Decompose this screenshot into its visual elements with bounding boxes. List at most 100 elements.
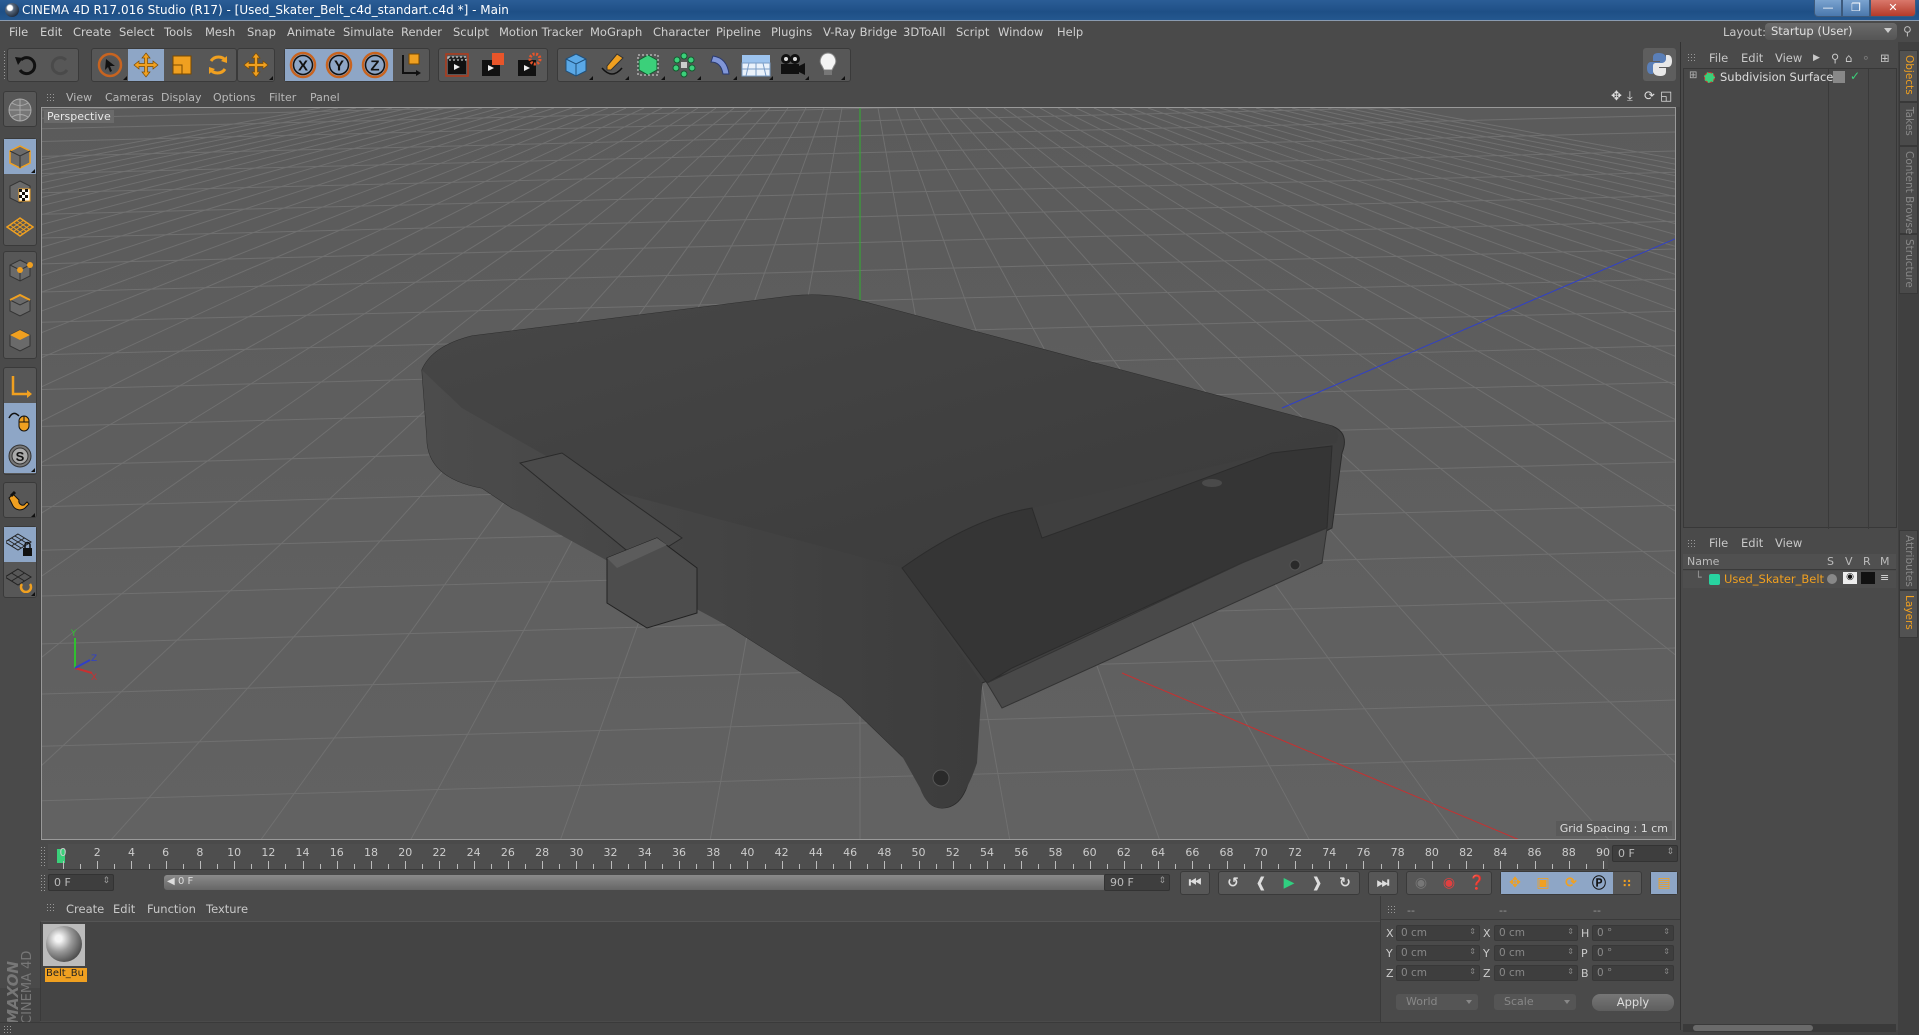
column-manager[interactable]: M xyxy=(1880,555,1890,568)
size-x-field[interactable]: 0 cm ⇕ xyxy=(1494,925,1578,941)
scale-icon[interactable] xyxy=(164,49,200,81)
material-menu-edit[interactable]: Edit xyxy=(113,902,135,916)
make-editable-icon[interactable] xyxy=(4,92,36,127)
tab-structure[interactable]: Structure xyxy=(1899,234,1918,294)
redo-icon[interactable] xyxy=(43,49,78,81)
coordinate-space-dropdown[interactable]: World xyxy=(1396,994,1478,1010)
key-rotation-icon[interactable]: ⟳ xyxy=(1557,872,1585,894)
material-menu-create[interactable]: Create xyxy=(66,902,104,916)
position-x-field[interactable]: 0 cm ⇕ xyxy=(1396,925,1480,941)
material-menu-texture[interactable]: Texture xyxy=(206,902,248,916)
restore-button[interactable]: ❐ xyxy=(1842,0,1870,17)
layer-color-icon[interactable] xyxy=(1833,71,1845,83)
menu-tools[interactable]: Tools xyxy=(164,25,192,39)
menu-file[interactable]: File xyxy=(9,25,28,39)
coordinate-system-icon[interactable] xyxy=(393,49,429,81)
solo-toggle-icon[interactable] xyxy=(1827,574,1837,584)
z-axis-lock-icon[interactable]: Z xyxy=(357,49,393,81)
layout-dropdown[interactable]: Startup (User) xyxy=(1765,23,1897,40)
tab-content-browser[interactable]: Content Browser xyxy=(1899,146,1918,239)
expand-icon[interactable]: ⊞ xyxy=(1689,70,1697,81)
menu-motion-tracker[interactable]: Motion Tracker xyxy=(499,25,583,39)
edit-render-settings-icon[interactable] xyxy=(511,49,547,81)
recent-tool-icon[interactable] xyxy=(238,49,274,81)
workplane-align-icon[interactable] xyxy=(4,562,36,597)
menu-sculpt[interactable]: Sculpt xyxy=(453,25,489,39)
viewport-menu-view[interactable]: View xyxy=(66,91,92,104)
viewport-menu-display[interactable]: Display xyxy=(161,91,202,104)
viewport-rotate-icon[interactable]: ⟳ xyxy=(1644,89,1655,104)
rotation-p-field[interactable]: 0 ° ⇕ xyxy=(1592,945,1674,961)
menu-edit[interactable]: Edit xyxy=(40,25,62,39)
menu-mesh[interactable]: Mesh xyxy=(205,25,235,39)
viewport-pan-icon[interactable]: ✥ xyxy=(1611,89,1622,104)
size-mode-dropdown[interactable]: Scale xyxy=(1494,994,1576,1010)
end-frame-field[interactable]: 90 F ⇕ xyxy=(1104,874,1170,891)
size-z-field[interactable]: 0 cm ⇕ xyxy=(1494,965,1578,981)
pen-spline-icon[interactable] xyxy=(594,49,630,81)
deformer-icon[interactable] xyxy=(702,49,738,81)
viewport-grip[interactable] xyxy=(46,93,55,102)
object-menu-file[interactable]: File xyxy=(1709,51,1728,65)
next-frame-icon[interactable]: ❱ xyxy=(1303,872,1331,894)
render-view-icon[interactable] xyxy=(439,49,475,81)
menu-mograph[interactable]: MoGraph xyxy=(590,25,642,39)
layer-menu-view[interactable]: View xyxy=(1775,536,1802,550)
menu-character[interactable]: Character xyxy=(653,25,710,39)
coordinates-grip[interactable] xyxy=(1387,905,1396,914)
move-icon[interactable] xyxy=(128,49,164,81)
previous-key-icon[interactable]: ↺ xyxy=(1219,872,1247,894)
viewport-menu-filter[interactable]: Filter xyxy=(269,91,296,104)
model-mode-icon[interactable] xyxy=(4,139,36,174)
new-view-icon[interactable]: ⊞ xyxy=(1880,51,1890,65)
layer-row[interactable]: └ Used_Skater_Belt ◉ ≡ xyxy=(1683,571,1896,588)
tab-objects[interactable]: Objects xyxy=(1899,50,1918,102)
material-menu-function[interactable]: Function xyxy=(147,902,196,916)
material-manager-grip[interactable] xyxy=(46,903,55,912)
object-menu-edit[interactable]: Edit xyxy=(1741,51,1763,65)
subdivision-surface-icon[interactable] xyxy=(630,49,666,81)
column-visible[interactable]: V xyxy=(1845,555,1853,568)
manager-toggle-icon[interactable]: ≡ xyxy=(1880,571,1889,584)
menu-render[interactable]: Render xyxy=(401,25,442,39)
python-button[interactable] xyxy=(1643,48,1676,81)
menu-help[interactable]: Help xyxy=(1057,25,1083,39)
search-icon[interactable]: ⚲ xyxy=(1903,24,1915,38)
minimize-button[interactable]: — xyxy=(1814,0,1842,17)
camera-icon[interactable] xyxy=(774,49,810,81)
apply-button[interactable]: Apply xyxy=(1592,994,1674,1011)
points-mode-icon[interactable] xyxy=(4,252,36,287)
menu-pipeline[interactable]: Pipeline xyxy=(716,25,761,39)
tab-layers[interactable]: Layers xyxy=(1899,590,1918,638)
viewport-menu-cameras[interactable]: Cameras xyxy=(105,91,154,104)
menu-script[interactable]: Script xyxy=(956,25,989,39)
go-to-end-icon[interactable]: ⏭ xyxy=(1369,872,1397,894)
layer-menu-edit[interactable]: Edit xyxy=(1741,536,1763,550)
3d-viewport[interactable]: Y X Z Perspective Grid Spacing : 1 cm xyxy=(41,107,1676,840)
object-manager-grip[interactable] xyxy=(1687,53,1696,62)
object-menu-view[interactable]: View xyxy=(1775,51,1802,65)
enabled-check-icon[interactable]: ✓ xyxy=(1850,69,1860,83)
go-to-start-icon[interactable]: ⏮ xyxy=(1181,872,1209,894)
layer-menu-file[interactable]: File xyxy=(1709,536,1728,550)
home-icon[interactable]: ⌂ xyxy=(1845,51,1852,65)
y-axis-lock-icon[interactable]: Y xyxy=(321,49,357,81)
current-frame-field[interactable]: 0 F ⇕ xyxy=(1612,845,1678,862)
layer-manager-grip[interactable] xyxy=(1687,539,1696,548)
link-icon[interactable]: ⚬ xyxy=(1861,51,1871,65)
search-icon[interactable]: ⚲ xyxy=(1831,51,1839,65)
column-render[interactable]: R xyxy=(1863,555,1871,568)
workplane-mode-icon[interactable] xyxy=(4,209,36,244)
horizontal-scrollbar[interactable] xyxy=(1683,1024,1896,1032)
material-item[interactable]: Belt_Bu xyxy=(43,924,87,982)
viewport-maximize-icon[interactable]: ◱ xyxy=(1660,89,1672,104)
rotation-h-field[interactable]: 0 ° ⇕ xyxy=(1592,925,1674,941)
position-z-field[interactable]: 0 cm ⇕ xyxy=(1396,965,1480,981)
menu-animate[interactable]: Animate xyxy=(287,25,335,39)
menu-overflow-arrow-icon[interactable]: ▶ xyxy=(1813,53,1820,63)
axis-mode-icon[interactable] xyxy=(4,368,36,403)
menu-select[interactable]: Select xyxy=(119,25,154,39)
rotation-b-field[interactable]: 0 ° ⇕ xyxy=(1592,965,1674,981)
object-row[interactable]: ⊞ Subdivision Surface ✓ xyxy=(1684,69,1897,86)
size-y-field[interactable]: 0 cm ⇕ xyxy=(1494,945,1578,961)
